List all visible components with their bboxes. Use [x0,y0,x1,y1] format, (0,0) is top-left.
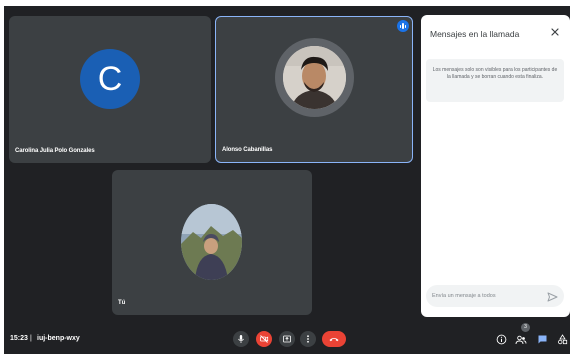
participant-tile-carolina[interactable]: C Carolina Julia Polo Gonzales [9,16,211,163]
participant-tile-self[interactable]: Tú [112,170,312,315]
participant-avatar-photo [283,46,346,109]
info-icon [496,334,506,344]
window-right-edge [570,0,574,354]
chat-input-box [426,285,564,307]
people-button[interactable] [514,332,528,346]
chat-panel-title: Mensajes en la llamada [430,29,520,39]
window-left-edge [0,0,4,354]
send-icon[interactable] [546,290,558,302]
camera-toggle-button[interactable] [256,331,272,347]
more-vert-icon [307,335,309,343]
chat-icon [538,335,546,343]
leave-call-button[interactable] [322,331,346,347]
present-icon [283,335,291,343]
mic-icon [238,335,244,343]
people-count-badge: 3 [521,323,530,332]
speaking-indicator-icon [397,20,409,32]
meeting-time: 15:23 [10,335,28,342]
more-options-button[interactable] [300,331,316,347]
present-screen-button[interactable] [279,331,295,347]
participant-tile-alonso[interactable]: Alonso Cabanillas [215,16,413,163]
chat-message-input[interactable] [430,288,540,304]
participant-name: Alonso Cabanillas [222,147,273,153]
call-end-icon [329,338,339,342]
window-top-edge [0,0,574,6]
meeting-details-button[interactable] [494,332,508,346]
chat-notice: Los mensajes solo son visibles para los … [426,59,564,102]
close-icon[interactable] [549,25,561,37]
participant-avatar-photo [181,204,242,280]
participant-name: Carolina Julia Polo Gonzales [15,148,95,154]
activities-icon [557,333,567,344]
meeting-separator: | [30,335,32,342]
chat-panel: Mensajes en la llamada Los mensajes solo… [421,15,570,317]
people-icon [515,335,527,344]
bottom-control-bar: 15:23 | iuj-benp-wxy [0,323,574,354]
camera-off-icon [260,335,269,343]
chat-button[interactable] [535,332,549,346]
mic-button[interactable] [233,331,249,347]
participant-avatar-initial: C [80,49,140,109]
meeting-code: iuj-benp-wxy [37,335,80,342]
activities-button[interactable] [555,332,569,346]
meeting-stage: C Carolina Julia Polo Gonzales Alonso Ca… [0,0,574,354]
participant-name: Tú [118,300,126,306]
